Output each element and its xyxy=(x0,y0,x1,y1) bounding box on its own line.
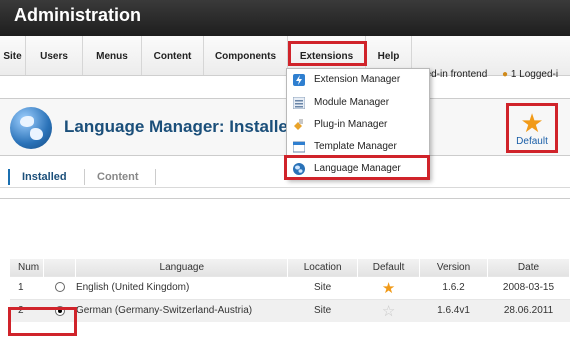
default-button-label: Default xyxy=(516,136,548,147)
row-default-cell: ★ xyxy=(357,275,420,299)
header-location[interactable]: Location xyxy=(287,259,359,276)
tab-installed[interactable]: Installed xyxy=(8,169,82,185)
star-icon: ★ xyxy=(520,108,544,138)
default-button[interactable]: ★ Default xyxy=(506,103,558,153)
row-version: 1.6.2 xyxy=(419,275,488,299)
not-default-star-icon[interactable]: ☆ xyxy=(382,303,395,320)
page-title: Language Manager: Installed xyxy=(64,117,299,136)
plugin-icon xyxy=(294,119,303,130)
row-language: English (United Kingdom) xyxy=(75,275,288,299)
user-icon: ● xyxy=(502,69,509,80)
row-date: 2008-03-15 xyxy=(487,275,570,299)
admin-title: Administration xyxy=(14,5,142,25)
row-version: 1.6.4v1 xyxy=(419,298,488,322)
frontend-status: ged-in frontend xyxy=(420,69,488,80)
menu-item-plugin-manager[interactable]: Plug-in Manager xyxy=(287,114,429,136)
menu-users[interactable]: Users xyxy=(26,36,83,75)
header-default[interactable]: Default xyxy=(357,259,421,276)
tab-content[interactable]: Content xyxy=(84,169,156,185)
menu-components[interactable]: Components xyxy=(204,36,288,75)
backend-status: ● 1 Logged-i xyxy=(502,69,559,80)
header-select xyxy=(43,259,77,276)
header-language[interactable]: Language xyxy=(75,259,289,276)
header-date[interactable]: Date xyxy=(487,259,570,276)
language-manager-highlight xyxy=(284,155,430,180)
table-row[interactable]: 1 English (United Kingdom) Site ★ 1.6.2 … xyxy=(10,275,570,299)
row-num: 1 xyxy=(10,275,44,299)
extensions-highlight xyxy=(288,41,367,66)
row-date: 28.06.2011 xyxy=(487,298,570,322)
template-icon xyxy=(293,141,305,153)
header-version[interactable]: Version xyxy=(419,259,488,276)
admin-header: Administration xyxy=(0,0,570,36)
language-globe-icon xyxy=(10,107,52,149)
row-select-cell xyxy=(43,275,76,299)
row-radio[interactable] xyxy=(54,282,65,293)
menu-content[interactable]: Content xyxy=(142,36,204,75)
row-location: Site xyxy=(287,298,358,322)
default-star-icon[interactable]: ★ xyxy=(382,280,395,297)
menu-site[interactable]: Site xyxy=(0,36,26,75)
row-language: German (Germany-Switzerland-Austria) xyxy=(75,298,288,322)
module-list-icon xyxy=(293,97,305,109)
row-location: Site xyxy=(287,275,358,299)
menu-menus[interactable]: Menus xyxy=(83,36,142,75)
row-default-cell: ☆ xyxy=(357,298,420,322)
table-row[interactable]: 2 German (Germany-Switzerland-Austria) S… xyxy=(10,298,570,322)
languages-table: Num Language Location Default Version Da… xyxy=(10,259,570,322)
selected-row-highlight xyxy=(8,307,77,336)
menu-item-extension-manager[interactable]: Extension Manager xyxy=(287,69,429,91)
header-num[interactable]: Num xyxy=(10,259,45,276)
menu-item-module-manager[interactable]: Module Manager xyxy=(287,92,429,114)
plugin-bolt-icon xyxy=(293,74,305,86)
